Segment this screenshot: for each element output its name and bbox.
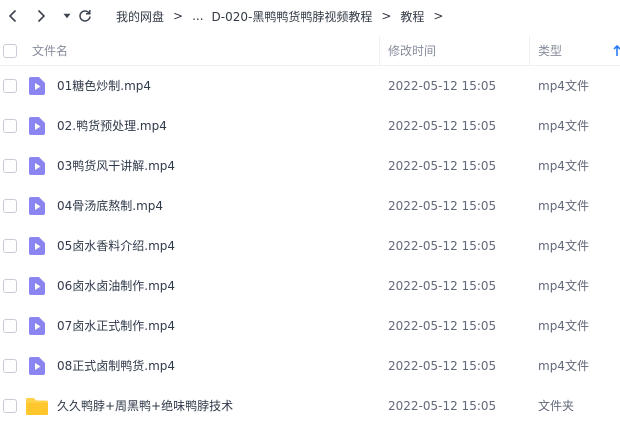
file-modified-time: 2022-05-12 15:05 [388, 399, 497, 413]
video-file-icon [29, 237, 45, 255]
file-name[interactable]: 06卤水卤油制作.mp4 [57, 266, 175, 306]
file-row[interactable]: 01糖色炒制.mp4 2022-05-12 15:05 mp4文件 [0, 66, 620, 106]
refresh-icon [79, 10, 91, 22]
file-name[interactable]: 久久鸭脖+周黑鸭+绝味鸭脖技术 [57, 386, 233, 426]
history-dropdown-button[interactable] [58, 6, 76, 26]
row-checkbox[interactable] [3, 119, 17, 133]
file-type: mp4文件 [538, 239, 589, 253]
file-type: mp4文件 [538, 279, 589, 293]
file-type: mp4文件 [538, 159, 589, 173]
file-modified-time: 2022-05-12 15:05 [388, 159, 497, 173]
back-button[interactable] [4, 6, 22, 26]
file-row[interactable]: 05卤水香料介绍.mp4 2022-05-12 15:05 mp4文件 [0, 226, 620, 266]
file-row[interactable]: 02.鸭货预处理.mp4 2022-05-12 15:05 mp4文件 [0, 106, 620, 146]
row-checkbox[interactable] [3, 79, 17, 93]
file-list-header: 文件名 修改时间 类型 [0, 36, 620, 66]
file-modified-time: 2022-05-12 15:05 [388, 319, 497, 333]
breadcrumb-separator: > [433, 9, 444, 23]
video-file-icon [29, 157, 45, 175]
file-type: mp4文件 [538, 359, 589, 373]
video-file-icon [29, 117, 45, 135]
file-modified-time: 2022-05-12 15:05 [388, 359, 497, 373]
file-name[interactable]: 05卤水香料介绍.mp4 [57, 226, 175, 266]
row-checkbox[interactable] [3, 399, 17, 413]
chevron-right-icon [37, 9, 46, 23]
folder-icon [26, 398, 48, 415]
chevron-left-icon [8, 9, 17, 23]
folder-row[interactable]: 久久鸭脖+周黑鸭+绝味鸭脖技术 2022-05-12 15:05 文件夹 [0, 386, 620, 426]
sort-ascending-icon[interactable] [613, 45, 620, 57]
video-file-icon [29, 277, 45, 295]
row-checkbox[interactable] [3, 159, 17, 173]
row-checkbox[interactable] [3, 279, 17, 293]
breadcrumb-ellipsis[interactable]: ... [192, 9, 203, 23]
file-modified-time: 2022-05-12 15:05 [388, 279, 497, 293]
file-type: 文件夹 [538, 399, 575, 413]
row-checkbox[interactable] [3, 319, 17, 333]
file-modified-time: 2022-05-12 15:05 [388, 119, 497, 133]
file-row[interactable]: 06卤水卤油制作.mp4 2022-05-12 15:05 mp4文件 [0, 266, 620, 306]
column-divider[interactable] [379, 36, 380, 66]
video-file-icon [29, 197, 45, 215]
toolbar: 我的网盘 > ... D-020-黑鸭鸭货鸭脖视频教程 > 教程 > [0, 0, 620, 32]
row-checkbox[interactable] [3, 199, 17, 213]
column-header-type[interactable]: 类型 [538, 36, 562, 66]
file-type: mp4文件 [538, 119, 589, 133]
row-checkbox[interactable] [3, 239, 17, 253]
column-header-name[interactable]: 文件名 [32, 36, 68, 66]
file-name[interactable]: 02.鸭货预处理.mp4 [57, 106, 167, 146]
file-row[interactable]: 03鸭货风干讲解.mp4 2022-05-12 15:05 mp4文件 [0, 146, 620, 186]
video-file-icon [29, 77, 45, 95]
select-all-checkbox[interactable] [3, 44, 17, 58]
breadcrumb-separator: > [173, 9, 184, 23]
file-type: mp4文件 [538, 319, 589, 333]
forward-button[interactable] [32, 6, 50, 26]
refresh-button[interactable] [76, 6, 94, 26]
column-divider[interactable] [529, 36, 530, 66]
file-type: mp4文件 [538, 199, 589, 213]
breadcrumb: 我的网盘 > ... D-020-黑鸭鸭货鸭脖视频教程 > 教程 > [116, 0, 452, 32]
breadcrumb-current[interactable]: 教程 [400, 8, 424, 25]
caret-down-icon [63, 13, 71, 19]
breadcrumb-separator: > [381, 9, 392, 23]
video-file-icon [29, 357, 45, 375]
file-type: mp4文件 [538, 79, 589, 93]
row-checkbox[interactable] [3, 359, 17, 373]
file-modified-time: 2022-05-12 15:05 [388, 79, 497, 93]
breadcrumb-root[interactable]: 我的网盘 [116, 8, 164, 25]
file-name[interactable]: 01糖色炒制.mp4 [57, 66, 151, 106]
file-name[interactable]: 07卤水正式制作.mp4 [57, 306, 175, 346]
file-row[interactable]: 07卤水正式制作.mp4 2022-05-12 15:05 mp4文件 [0, 306, 620, 346]
file-row[interactable]: 08正式卤制鸭货.mp4 2022-05-12 15:05 mp4文件 [0, 346, 620, 386]
file-name[interactable]: 08正式卤制鸭货.mp4 [57, 346, 175, 386]
file-name[interactable]: 03鸭货风干讲解.mp4 [57, 146, 175, 186]
file-modified-time: 2022-05-12 15:05 [388, 239, 497, 253]
video-file-icon [29, 317, 45, 335]
column-header-modified[interactable]: 修改时间 [388, 36, 436, 66]
file-row[interactable]: 04骨汤底熬制.mp4 2022-05-12 15:05 mp4文件 [0, 186, 620, 226]
breadcrumb-parent[interactable]: D-020-黑鸭鸭货鸭脖视频教程 [212, 8, 373, 25]
file-name[interactable]: 04骨汤底熬制.mp4 [57, 186, 163, 226]
file-modified-time: 2022-05-12 15:05 [388, 199, 497, 213]
